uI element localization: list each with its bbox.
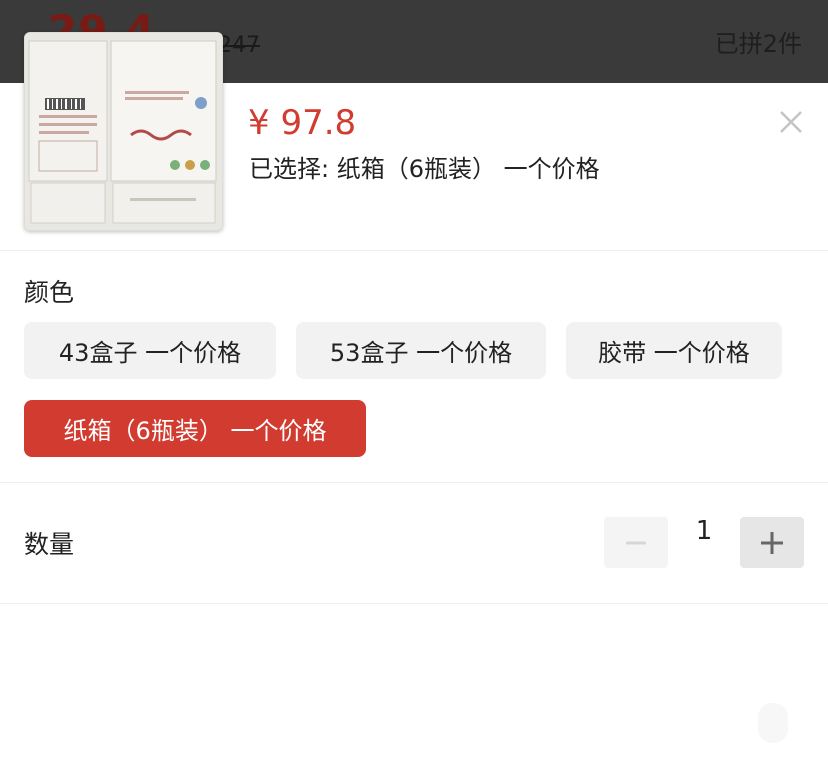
option-chip-label: 纸箱（6瓶装） 一个价格 <box>63 417 327 445</box>
faint-floating-element <box>758 703 788 743</box>
divider <box>0 250 828 251</box>
divider <box>0 482 828 483</box>
close-icon[interactable] <box>772 103 810 141</box>
quantity-value[interactable]: 1 <box>680 516 728 546</box>
selected-option-summary: 已选择: 纸箱（6瓶装） 一个价格 <box>249 155 600 183</box>
background-original-price: 247 <box>218 33 260 58</box>
color-section-label: 颜色 <box>24 278 75 307</box>
minus-icon <box>626 541 646 544</box>
plus-icon <box>761 531 783 554</box>
quantity-decrement-button[interactable] <box>604 517 668 568</box>
selected-price: ¥ 97.8 <box>248 103 357 143</box>
divider <box>0 603 828 604</box>
product-thumbnail <box>24 32 223 231</box>
background-group-count: 已拼2件 <box>714 30 802 58</box>
option-chip-label: 43盒子 一个价格 <box>58 339 242 367</box>
option-chip-tape[interactable]: 胶带 一个价格 <box>566 322 782 379</box>
quantity-increment-button[interactable] <box>740 517 804 568</box>
option-chip-carton-selected[interactable]: 纸箱（6瓶装） 一个价格 <box>24 400 366 457</box>
option-chip-label: 53盒子 一个价格 <box>329 339 513 367</box>
option-chip-43-box[interactable]: 43盒子 一个价格 <box>24 322 276 379</box>
quantity-label: 数量 <box>24 530 75 559</box>
option-chip-53-box[interactable]: 53盒子 一个价格 <box>296 322 546 379</box>
option-chip-label: 胶带 一个价格 <box>598 339 750 367</box>
